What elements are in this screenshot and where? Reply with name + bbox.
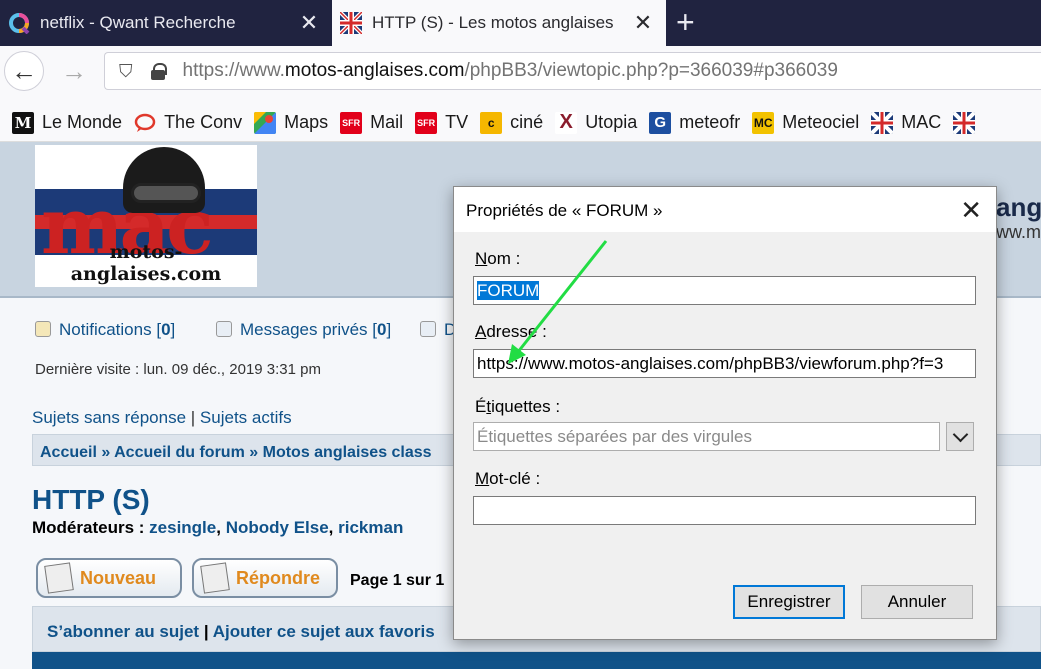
- bookmark-label: TV: [445, 112, 469, 132]
- tags-dropdown-button[interactable]: [946, 422, 974, 451]
- utopia-icon: X: [555, 111, 578, 134]
- bookmark-mac[interactable]: MAC: [871, 111, 942, 134]
- dialog-titlebar: Propriétés de « FORUM » ✕: [454, 187, 996, 232]
- bookmark-maps[interactable]: Maps: [254, 111, 329, 134]
- helmet-icon: [123, 147, 205, 213]
- tab-strip: netflix - Qwant Recherche ✕ HTTP (S) - L…: [0, 0, 1041, 46]
- bookmark-label: meteofr: [679, 112, 741, 132]
- last-visit: Dernière visite : lun. 09 déc., 2019 3:3…: [35, 361, 321, 378]
- dialog-title: Propriétés de « FORUM »: [466, 201, 663, 220]
- tab-qwant[interactable]: netflix - Qwant Recherche ✕: [0, 0, 332, 46]
- logo-text: motos-anglaises.com: [70, 241, 222, 285]
- meteociel-icon: MC: [752, 111, 775, 134]
- bookmark-mail[interactable]: SFR Mail: [340, 111, 404, 134]
- url-text[interactable]: https://www.motos-anglaises.com/phpBB3/v…: [183, 60, 838, 82]
- bell-icon: [35, 321, 51, 337]
- forward-button[interactable]: →: [54, 51, 94, 91]
- close-tab-icon[interactable]: ✕: [296, 10, 322, 36]
- save-button[interactable]: Enregistrer: [733, 585, 845, 619]
- topic-title[interactable]: HTTP (S): [32, 484, 150, 516]
- bookmarks-toolbar: M Le Monde The Conv Maps SFR Mail SFR TV…: [0, 104, 1041, 142]
- reply-button[interactable]: Répondre: [192, 558, 338, 598]
- bookmark-cine[interactable]: c ciné: [480, 111, 544, 134]
- moderator-link[interactable]: rickman: [338, 518, 403, 537]
- breadcrumb-forum-index[interactable]: Accueil du forum: [114, 444, 245, 461]
- bookmark-properties-dialog: Propriétés de « FORUM » ✕ Nom : FORUM Ad…: [453, 186, 997, 640]
- close-icon[interactable]: ✕: [960, 195, 982, 226]
- shield-icon[interactable]: ⛉: [119, 61, 133, 82]
- address-bar[interactable]: ⛉ https://www.motos-anglaises.com/phpBB3…: [104, 52, 1041, 90]
- mac-flag-icon: [340, 12, 362, 34]
- moderator-link[interactable]: zesingle: [149, 518, 216, 537]
- tags-label: Étiquettes :: [475, 397, 561, 416]
- add-favorites-link[interactable]: Ajouter ce sujet aux favoris: [213, 622, 435, 641]
- bookmark-overflow[interactable]: [953, 111, 983, 134]
- new-topic-button[interactable]: Nouveau: [36, 558, 182, 598]
- bookmark-label: ciné: [510, 112, 544, 132]
- sfr-icon: SFR: [415, 111, 438, 134]
- page-info: Page 1 sur 1: [350, 572, 445, 589]
- envelope-icon: [216, 321, 232, 337]
- subscribe-link[interactable]: S’abonner au sujet: [47, 622, 199, 641]
- tags-field[interactable]: Étiquettes séparées par des virgules: [473, 422, 940, 451]
- navigation-toolbar: ← → ⛉ https://www.motos-anglaises.com/ph…: [0, 46, 1041, 104]
- sfr-icon: SFR: [340, 111, 363, 134]
- back-button[interactable]: ←: [4, 51, 44, 91]
- goggles-icon: [131, 183, 201, 203]
- document-icon: [200, 562, 230, 594]
- quick-links: Sujets sans réponse | Sujets actifs: [32, 408, 292, 427]
- new-tab-button[interactable]: +: [676, 4, 695, 41]
- site-url: ww.m: [996, 222, 1041, 242]
- bookmark-label: Maps: [284, 112, 329, 132]
- bookmark-the-conv[interactable]: The Conv: [134, 112, 242, 134]
- tab-title: HTTP (S) - Les motos anglaises: [372, 13, 614, 32]
- site-title: ang: [996, 192, 1041, 222]
- private-messages-link[interactable]: Messages privés [0]: [216, 320, 391, 340]
- bookmark-label: MAC: [901, 112, 942, 132]
- speech-bubble-icon: [134, 113, 156, 132]
- meteofrance-icon: G: [649, 111, 672, 134]
- bookmark-label: Utopia: [585, 112, 638, 132]
- bookmark-meteofr[interactable]: G meteofr: [649, 111, 741, 134]
- active-topics-link[interactable]: Sujets actifs: [200, 408, 292, 427]
- keyword-label: Mot-clé :: [475, 469, 541, 488]
- moderator-link[interactable]: Nobody Else: [226, 518, 329, 537]
- unanswered-topics-link[interactable]: Sujets sans réponse: [32, 408, 186, 427]
- arrow-left-icon: ←: [11, 55, 37, 86]
- cancel-button[interactable]: Annuler: [861, 585, 973, 619]
- tab-motos-anglaises[interactable]: HTTP (S) - Les motos anglaises ✕: [332, 0, 666, 46]
- qwant-icon: [9, 13, 30, 34]
- breadcrumb-category[interactable]: Motos anglaises class: [263, 444, 432, 461]
- bookmark-label: The Conv: [164, 112, 243, 132]
- bookmark-label: Le Monde: [42, 112, 123, 132]
- lock-icon[interactable]: [150, 63, 167, 80]
- moderators-line: Modérateurs : zesingle, Nobody Else, ric…: [32, 518, 404, 537]
- bookmark-meteociel[interactable]: MC Meteociel: [752, 111, 860, 134]
- maps-icon: [254, 111, 277, 134]
- close-tab-icon[interactable]: ✕: [630, 10, 656, 36]
- name-field[interactable]: FORUM: [473, 276, 976, 305]
- document-icon: [44, 562, 74, 594]
- notifications-link[interactable]: Notifications [0]: [35, 320, 175, 340]
- name-label: Nom :: [475, 249, 521, 268]
- breadcrumb-home[interactable]: Accueil: [40, 444, 97, 461]
- posts-table-header: [32, 652, 1041, 669]
- tab-title: netflix - Qwant Recherche: [40, 13, 236, 32]
- lemonde-icon: M: [12, 111, 34, 134]
- cine-icon: c: [480, 111, 503, 134]
- site-logo[interactable]: mac motos-anglaises.com: [35, 145, 257, 287]
- bookmark-le-monde[interactable]: M Le Monde: [12, 111, 123, 134]
- bookmark-label: Mail: [370, 112, 404, 132]
- mac-flag-icon: [953, 111, 976, 134]
- bookmark-utopia[interactable]: X Utopia: [555, 111, 638, 134]
- user-icon: [420, 321, 436, 337]
- arrow-right-icon: →: [61, 55, 87, 86]
- keyword-field[interactable]: [473, 496, 976, 525]
- address-field[interactable]: https://www.motos-anglaises.com/phpBB3/v…: [473, 349, 976, 378]
- address-label: Adresse :: [475, 322, 547, 341]
- third-user-link[interactable]: D: [420, 320, 456, 340]
- bookmark-label: Meteociel: [782, 112, 860, 132]
- bookmark-tv[interactable]: SFR TV: [415, 111, 469, 134]
- mac-flag-icon: [871, 111, 894, 134]
